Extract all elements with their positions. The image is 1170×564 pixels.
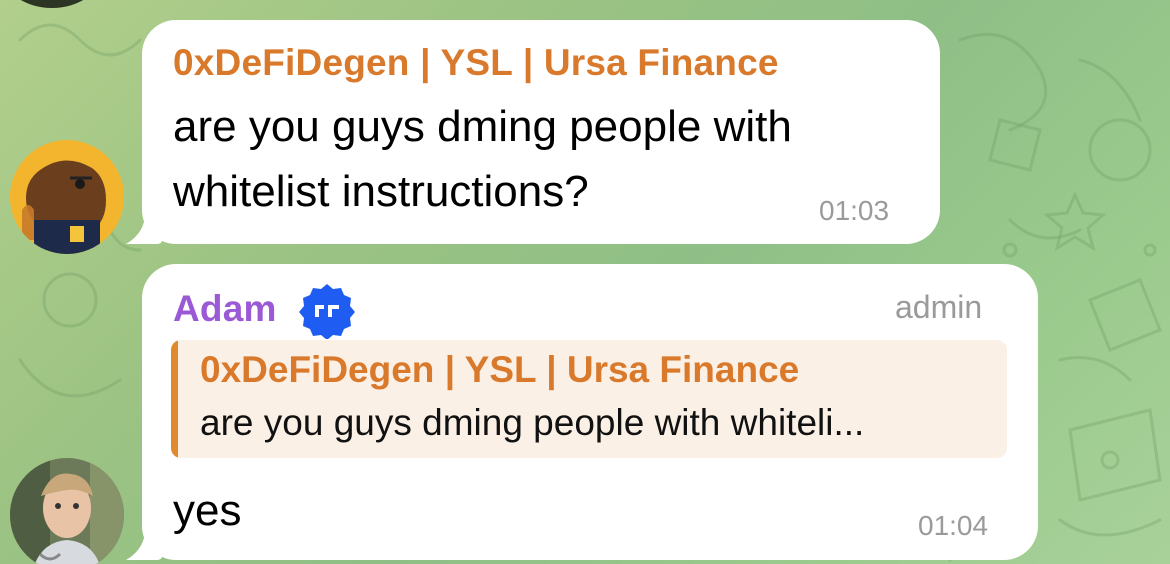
sender-name[interactable]: 0xDeFiDegen | YSL | Ursa Finance (173, 42, 779, 84)
message-bubble[interactable]: 0xDeFiDegen | YSL | Ursa Finance are you… (142, 20, 940, 244)
message-text: yes (173, 486, 242, 535)
message-bubble[interactable]: Adam admin 0xDeFiDegen | YSL | Ursa Fina… (142, 264, 1038, 560)
admin-role-tag: admin (895, 289, 983, 325)
capybara-avatar-icon[interactable] (10, 140, 124, 254)
reply-message-preview: are you guys dming people with whiteli..… (200, 402, 865, 443)
chat-background: 0xDeFiDegen | YSL | Ursa Finance are you… (0, 0, 1170, 564)
man-avatar-icon[interactable] (10, 458, 124, 564)
message-timestamp: 01:03 (819, 195, 890, 226)
sender-name[interactable]: Adam (173, 288, 277, 330)
reply-quote[interactable]: 0xDeFiDegen | YSL | Ursa Finance are you… (171, 340, 1007, 458)
reply-sender-name: 0xDeFiDegen | YSL | Ursa Finance (200, 349, 800, 390)
message-timestamp: 01:04 (918, 510, 989, 541)
verified-badge-icon (299, 284, 355, 339)
message-text-line: whitelist instructions? (173, 167, 589, 216)
reply-accent-bar (171, 340, 178, 458)
message-text-line: are you guys dming people with (173, 102, 792, 151)
